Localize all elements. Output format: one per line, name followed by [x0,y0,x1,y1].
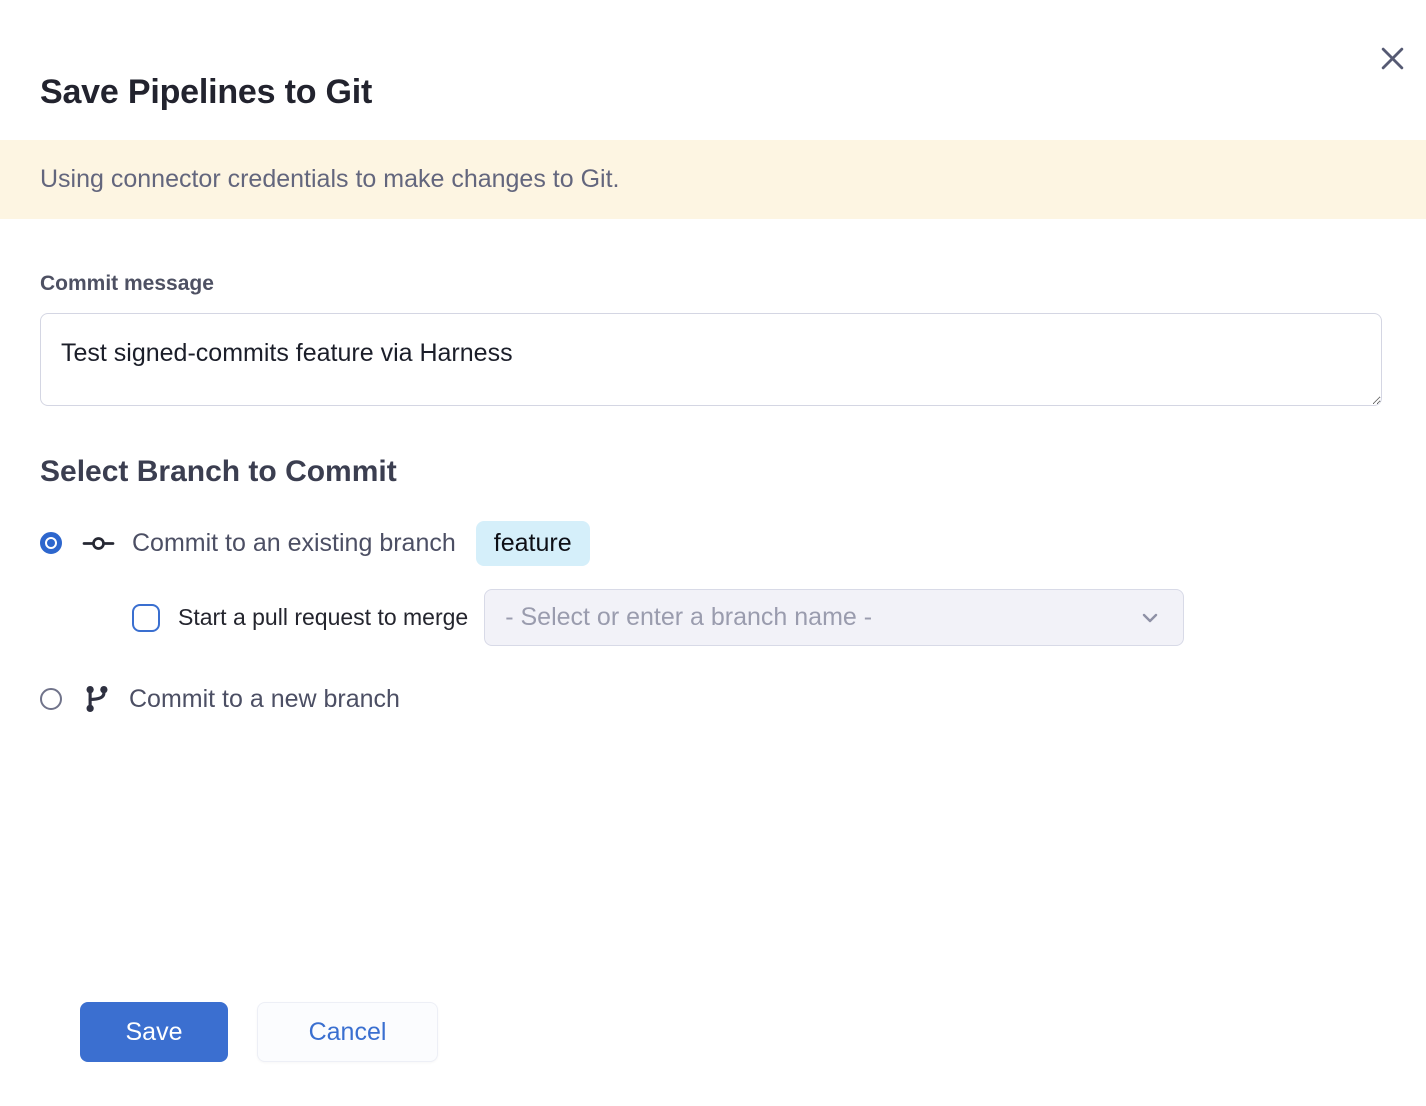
modal-body: Commit message Test signed-commits featu… [0,219,1426,1106]
modal-title: Save Pipelines to Git [40,72,1386,112]
dropdown-placeholder: - Select or enter a branch name - [505,603,872,632]
pull-request-label[interactable]: Start a pull request to merge [178,604,468,631]
modal-actions: Save Cancel [40,1002,1386,1106]
close-icon [1379,45,1406,72]
select-branch-heading: Select Branch to Commit [40,454,1386,490]
existing-branch-option: Commit to an existing branch feature [40,520,1386,566]
selected-branch-badge: feature [476,521,590,566]
banner-text: Using connector credentials to make chan… [40,165,619,194]
chevron-down-icon [1137,605,1163,631]
connector-credentials-banner: Using connector credentials to make chan… [0,140,1426,219]
existing-branch-label[interactable]: Commit to an existing branch [132,529,456,558]
new-branch-option: Commit to a new branch [40,685,1386,713]
git-branch-icon [82,684,112,714]
new-branch-label[interactable]: Commit to a new branch [129,685,400,714]
save-pipelines-modal: Save Pipelines to Git Using connector cr… [0,0,1426,1106]
commit-message-label: Commit message [40,271,1386,297]
pull-request-checkbox[interactable] [132,604,160,632]
git-commit-icon [82,533,115,554]
commit-message-input[interactable]: Test signed-commits feature via Harness [40,313,1382,406]
save-button[interactable]: Save [80,1002,228,1062]
merge-branch-dropdown[interactable]: - Select or enter a branch name - [484,589,1184,646]
existing-branch-radio[interactable] [40,532,62,554]
cancel-button[interactable]: Cancel [257,1002,438,1062]
pull-request-row: Start a pull request to merge - Select o… [132,589,1386,646]
close-button[interactable] [1374,40,1410,76]
new-branch-radio[interactable] [40,688,62,710]
